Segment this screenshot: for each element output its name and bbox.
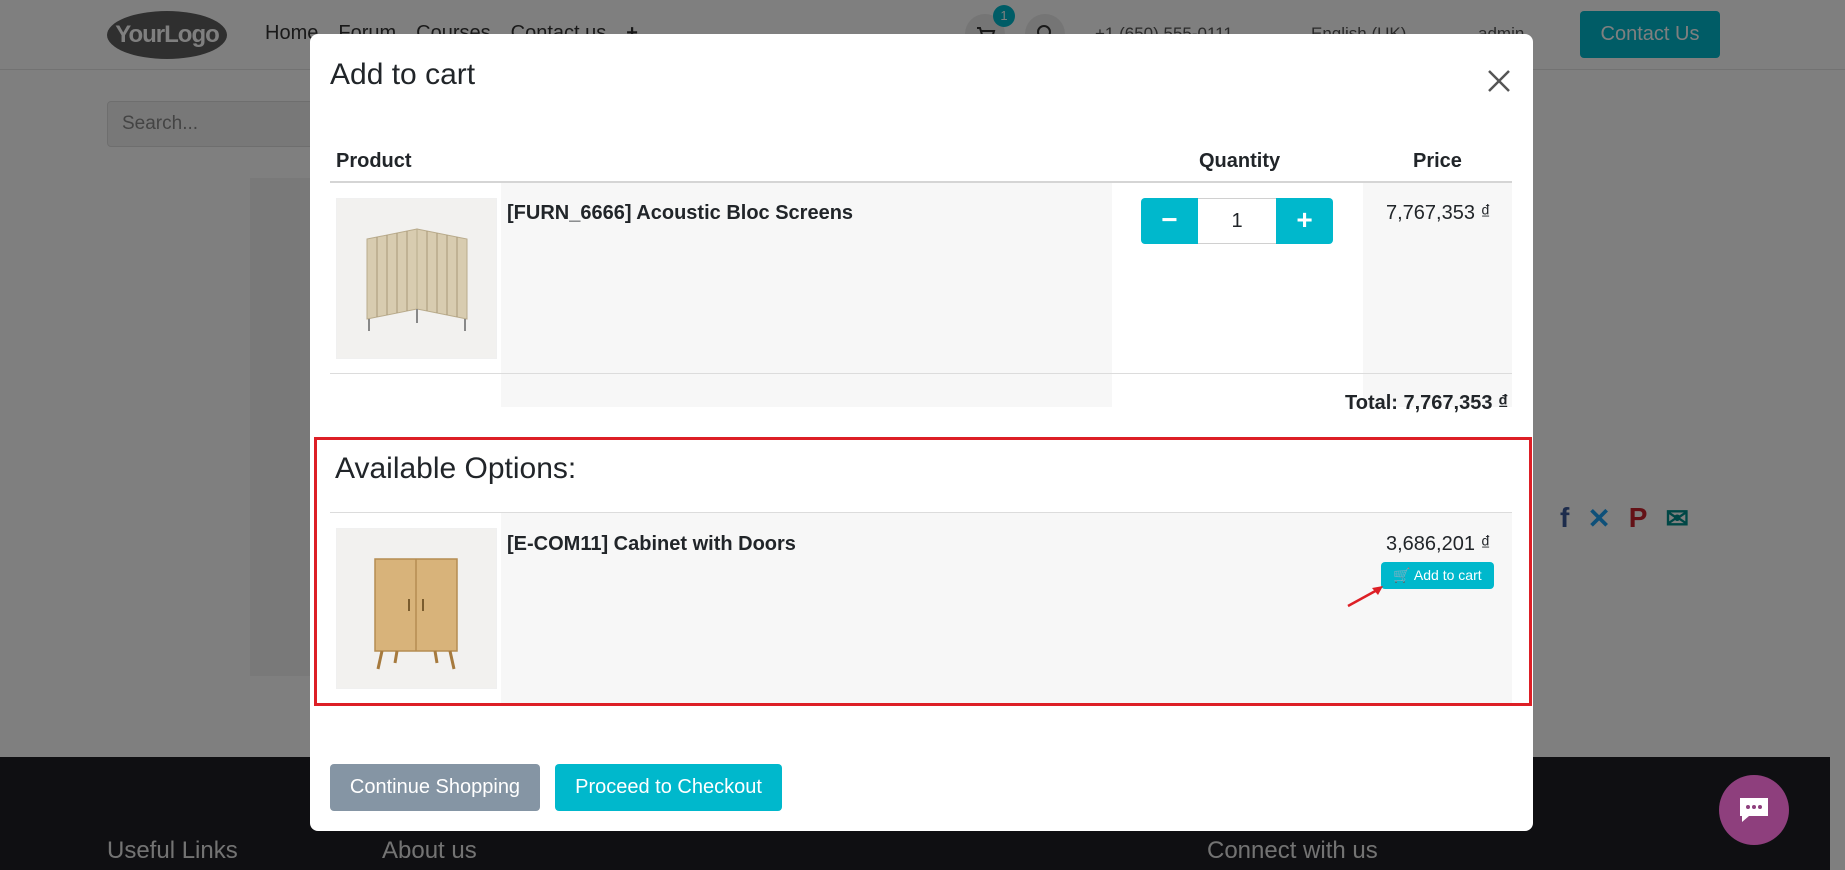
product-price: 7,767,353 ₫ (1386, 202, 1491, 224)
quantity-decrease-button[interactable]: − (1141, 198, 1198, 244)
continue-shopping-button[interactable]: Continue Shopping (330, 764, 540, 811)
option-add-to-cart-label: Add to cart (1413, 567, 1482, 583)
option-add-to-cart-button[interactable]: 🛒 Add to cart (1381, 562, 1494, 589)
option-price: 3,686,201 ₫ (1386, 533, 1491, 555)
cart-total: Total: 7,767,353 ₫ (1345, 392, 1509, 414)
option-product-name: [E-COM11] Cabinet with Doors (507, 533, 796, 555)
row-divider (330, 373, 1512, 374)
annotation-arrow-icon (1347, 586, 1383, 608)
column-header-product: Product (336, 150, 412, 172)
chat-icon (1740, 798, 1768, 822)
product-thumbnail (336, 198, 497, 359)
column-header-quantity: Quantity (1199, 150, 1281, 172)
quantity-increase-button[interactable]: + (1276, 198, 1333, 244)
quantity-input[interactable]: 1 (1198, 198, 1276, 244)
product-name: [FURN_6666] Acoustic Bloc Screens (507, 202, 854, 224)
available-options-title: Available Options: (335, 452, 577, 485)
live-chat-button[interactable] (1719, 775, 1789, 845)
add-to-cart-modal: Add to cart Product Quantity Price [FURN… (310, 34, 1533, 831)
proceed-to-checkout-button[interactable]: Proceed to Checkout (555, 764, 782, 811)
close-icon[interactable] (1482, 64, 1516, 98)
column-header-price: Price (1413, 150, 1462, 172)
modal-title: Add to cart (330, 58, 476, 91)
cart-icon: 🛒 (1393, 567, 1411, 583)
option-thumbnail (336, 528, 497, 689)
